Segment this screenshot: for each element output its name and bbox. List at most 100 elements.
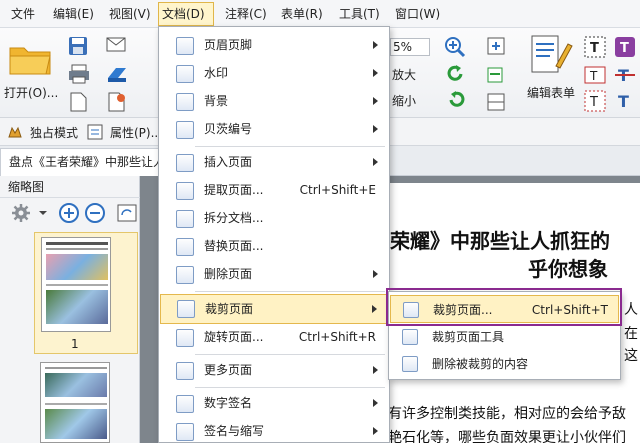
export-icon[interactable] <box>106 92 126 112</box>
submenu-arrow-icon <box>373 158 378 166</box>
menu-item-label: 数字签名 <box>204 396 253 410</box>
exclusive-mode-button[interactable]: 独占模式 <box>30 124 78 141</box>
text-field-icon[interactable]: T <box>584 36 606 58</box>
text-box-icon[interactable]: T <box>584 64 606 86</box>
menu-item-digital-signature[interactable]: 数字签名 <box>160 390 388 417</box>
zoom-field[interactable]: 5% <box>390 38 430 56</box>
menu-item-label: 背景 <box>204 94 229 108</box>
menu-item-delete-pages[interactable]: 删除页面 <box>160 261 388 288</box>
open-label[interactable]: 打开(O)... <box>4 84 58 101</box>
menu-item-label: 拆分文档... <box>204 211 264 225</box>
menu-separator <box>195 387 385 388</box>
menu-item-more-pages[interactable]: 更多页面 <box>160 357 388 384</box>
menu-item-label: 签名与缩写 <box>204 424 265 438</box>
menu-item-bates-numbering[interactable]: 贝茨编号 <box>160 116 388 143</box>
zoom-in-label[interactable]: 放大 <box>392 66 416 83</box>
zoom-in-thumbnail-icon[interactable] <box>58 202 80 224</box>
rotate-cw-icon[interactable] <box>446 64 466 84</box>
menu-window[interactable]: 窗口(W) <box>392 4 443 24</box>
app-window: 文件 编辑(E) 视图(V) 文档(D) 注释(C) 表单(R) 工具(T) 窗… <box>0 0 640 443</box>
menu-item-label: 页眉页脚 <box>204 38 253 52</box>
menu-item-insert-pages[interactable]: 插入页面 <box>160 149 388 176</box>
menu-tools[interactable]: 工具(T) <box>336 4 383 24</box>
zoom-in-icon[interactable] <box>444 36 466 58</box>
zoom-out-label[interactable]: 缩小 <box>392 92 416 109</box>
typewriter-icon[interactable]: T <box>614 36 636 58</box>
menu-comment[interactable]: 注释(C) <box>222 4 270 24</box>
menu-separator <box>195 146 385 147</box>
thumbnail-panel-title: 缩略图 <box>0 176 140 198</box>
scan-icon[interactable] <box>106 64 128 84</box>
thumbnail-page-1[interactable]: 1 <box>34 232 138 354</box>
thumbnail-page-1-number: 1 <box>71 337 79 351</box>
callout-icon[interactable]: T <box>584 90 606 112</box>
edit-form-label[interactable]: 编辑表单 <box>527 84 575 101</box>
submenu-arrow-icon <box>373 69 378 77</box>
sign-initials-icon <box>176 423 194 441</box>
submenu-arrow-icon <box>373 427 378 435</box>
exclusive-mode-icon[interactable] <box>6 123 24 141</box>
rotate-thumbnail-icon[interactable] <box>116 202 138 224</box>
submenu-arrow-icon <box>372 305 377 313</box>
menu-document[interactable]: 文档(D) <box>158 2 214 26</box>
submenu-arrow-icon <box>373 399 378 407</box>
thumbnail-toolbar <box>0 198 140 228</box>
digital-signature-icon <box>176 395 194 413</box>
delete-pages-icon <box>176 266 194 284</box>
insert-pages-icon <box>176 154 194 172</box>
menu-item-replace-pages[interactable]: 替换页面... <box>160 233 388 260</box>
submenu-item-remove-cropped[interactable]: 删除被裁剪的内容 <box>390 350 619 378</box>
rotate-ccw-icon[interactable] <box>446 90 466 110</box>
snapshot-icon[interactable] <box>486 92 508 114</box>
header-footer-icon <box>176 37 194 55</box>
zoom-value: 5% <box>393 40 413 54</box>
document-tab[interactable]: 盘点《王者荣耀》中那些让人 <box>0 148 175 176</box>
insert-text-icon[interactable]: T <box>614 90 636 112</box>
menu-form[interactable]: 表单(R) <box>278 4 326 24</box>
properties-button[interactable]: 属性(P)... <box>110 124 162 141</box>
zoom-out-thumbnail-icon[interactable] <box>84 202 106 224</box>
menu-view[interactable]: 视图(V) <box>106 4 154 24</box>
page-heading-line1: 荣耀》中那些让人抓狂的 <box>390 229 610 253</box>
email-icon[interactable] <box>106 36 128 54</box>
submenu-item-crop-tool[interactable]: 裁剪页面工具 <box>390 323 619 351</box>
menu-edit[interactable]: 编辑(E) <box>50 4 97 24</box>
form-field-icon[interactable] <box>486 64 510 86</box>
menu-item-shortcut: Ctrl+Shift+E <box>299 183 376 197</box>
pan-icon[interactable] <box>486 36 508 58</box>
menu-item-label: 贝茨编号 <box>204 122 253 136</box>
menu-file[interactable]: 文件 <box>8 4 38 24</box>
menu-item-sign-initials[interactable]: 签名与缩写 <box>160 418 388 443</box>
menu-item-watermark[interactable]: 水印 <box>160 60 388 87</box>
page-text-side1: 人 <box>624 302 638 318</box>
document-menu-dropdown: 页眉页脚 水印 背景 贝茨编号 插入页面 提取页面... Ctrl+Shift+E… <box>158 26 390 443</box>
submenu-arrow-icon <box>373 97 378 105</box>
menu-item-crop-pages[interactable]: 裁剪页面 <box>160 294 388 324</box>
split-document-icon <box>176 210 194 228</box>
chevron-down-icon[interactable] <box>38 208 48 218</box>
menu-item-rotate-pages[interactable]: 旋转页面... Ctrl+Shift+R <box>160 324 388 351</box>
edit-form-icon[interactable] <box>528 34 574 78</box>
remove-cropped-icon <box>402 356 418 372</box>
svg-text:T: T <box>618 92 629 111</box>
page-heading-line2: 乎你想象 <box>528 257 608 281</box>
properties-icon[interactable] <box>86 123 104 141</box>
thumbnail-page-2[interactable] <box>40 362 110 443</box>
open-folder-icon[interactable] <box>8 40 52 76</box>
save-icon[interactable] <box>68 36 88 56</box>
print-icon[interactable] <box>68 64 90 84</box>
menu-item-header-footer[interactable]: 页眉页脚 <box>160 32 388 59</box>
svg-text:T: T <box>589 69 598 83</box>
new-document-icon[interactable] <box>68 92 88 112</box>
submenu-arrow-icon <box>373 270 378 278</box>
page-body-line1: 有许多控制类技能，相对应的会给予敌 <box>388 406 626 422</box>
menu-item-split-document[interactable]: 拆分文档... <box>160 205 388 232</box>
menu-item-label: 提取页面... <box>204 183 264 197</box>
svg-text:T: T <box>590 41 599 56</box>
menu-item-background[interactable]: 背景 <box>160 88 388 115</box>
strikethrough-text-icon[interactable]: T <box>614 64 636 86</box>
submenu-item-label: 裁剪页面工具 <box>432 330 505 344</box>
gear-icon[interactable] <box>10 202 32 224</box>
menu-item-label: 替换页面... <box>204 239 264 253</box>
menu-item-extract-pages[interactable]: 提取页面... Ctrl+Shift+E <box>160 177 388 204</box>
